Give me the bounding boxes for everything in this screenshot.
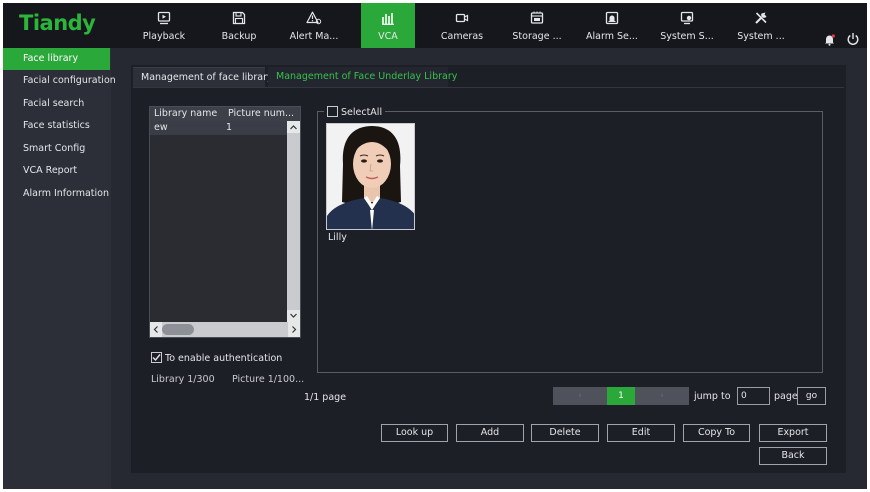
pagination: ‹ 1 › (553, 387, 689, 405)
power-icon[interactable] (846, 32, 860, 49)
vca-icon (361, 11, 415, 25)
scroll-left-icon[interactable] (150, 322, 162, 337)
back-button[interactable]: Back (759, 447, 827, 465)
notification-bell-icon[interactable] (823, 33, 836, 49)
checkbox-unchecked-icon[interactable] (327, 106, 338, 117)
nav-tab-label: System ... (737, 31, 785, 42)
picture-count-cell: 1 (226, 122, 233, 133)
system-status-icon (659, 11, 715, 25)
backup-icon (211, 11, 267, 25)
library-table: Library name Picture num... ew 1 (149, 106, 301, 338)
sidebar-item-face-statistics[interactable]: Face statistics (3, 115, 111, 137)
library-count: Library 1/300 (151, 374, 215, 385)
sidebar-item-alarm-information[interactable]: Alarm Information (3, 183, 111, 205)
nav-tab-label: Alarm Se... (586, 31, 638, 42)
storage-icon (509, 11, 565, 25)
column-header-library-name[interactable]: Library name (154, 108, 217, 119)
nav-tab-storage[interactable]: Storage ... (509, 3, 565, 48)
jump-to-label: jump to (694, 391, 731, 402)
nav-tab-system-tools[interactable]: System ... (733, 3, 789, 48)
camera-icon (434, 11, 490, 25)
alarm-icon (584, 11, 640, 25)
enable-authentication-checkbox[interactable]: To enable authentication (151, 352, 282, 364)
tab-management-face-library[interactable]: Management of face library (133, 67, 273, 87)
sidebar-item-vca-report[interactable]: VCA Report (3, 160, 111, 182)
tab-management-face-underlay-library[interactable]: Management of Face Underlay Library (268, 67, 457, 87)
nav-tab-label: Backup (221, 31, 257, 42)
look-up-button[interactable]: Look up (381, 424, 448, 442)
sidebar-item-facial-configuration[interactable]: Facial configuration (3, 70, 116, 92)
edit-button[interactable]: Edit (607, 424, 675, 442)
sidebar-item-smart-config[interactable]: Smart Config (3, 138, 111, 160)
table-row[interactable]: ew 1 (150, 121, 287, 135)
app-window: Tiandy Playback Backup Alert Ma... VCA C… (3, 3, 867, 489)
previous-page-button[interactable]: ‹ (553, 387, 607, 405)
library-name-cell: ew (154, 122, 168, 133)
delete-button[interactable]: Delete (531, 424, 599, 442)
scroll-up-icon[interactable] (287, 121, 300, 133)
sidebar: Face library Facial configuration Facial… (3, 48, 116, 489)
nav-tab-vca[interactable]: VCA (361, 3, 415, 48)
nav-tab-alarm-settings[interactable]: Alarm Se... (584, 3, 640, 48)
nav-tab-backup[interactable]: Backup (211, 3, 267, 48)
nav-tab-cameras[interactable]: Cameras (434, 3, 490, 48)
tab-divider (133, 87, 844, 88)
vertical-scrollbar[interactable] (287, 121, 300, 322)
export-button[interactable]: Export (759, 424, 827, 442)
nav-tab-label: System S... (660, 31, 714, 42)
nav-tab-alert-management[interactable]: Alert Ma... (286, 3, 342, 48)
alert-icon (286, 11, 342, 25)
select-all-checkbox[interactable]: SelectAll (324, 106, 386, 118)
horizontal-scrollbar[interactable] (150, 322, 300, 337)
top-nav-bar: Tiandy Playback Backup Alert Ma... VCA C… (3, 3, 867, 48)
picture-count: Picture 1/100... (232, 374, 305, 385)
page-info: 1/1 page (304, 392, 347, 403)
scroll-thumb[interactable] (162, 324, 194, 335)
face-photo[interactable] (326, 123, 415, 230)
select-all-label: SelectAll (341, 107, 383, 118)
scroll-down-icon[interactable] (287, 310, 300, 322)
nav-tab-label: Alert Ma... (289, 31, 339, 42)
go-button[interactable]: go (797, 387, 826, 405)
main-content: Management of face library Management of… (131, 65, 846, 473)
enable-authentication-label: To enable authentication (165, 353, 283, 364)
nav-tab-system-status[interactable]: System S... (659, 3, 715, 48)
page-label: page (774, 391, 798, 402)
jump-to-page-input[interactable] (737, 387, 770, 405)
sidebar-item-face-library[interactable]: Face library (3, 48, 110, 70)
tools-icon (733, 11, 789, 25)
sidebar-item-facial-search[interactable]: Facial search (3, 93, 111, 115)
current-page-button[interactable]: 1 (607, 387, 635, 405)
column-header-picture-number[interactable]: Picture num... (228, 108, 294, 119)
nav-tab-playback[interactable]: Playback (136, 3, 192, 48)
nav-tab-label: Cameras (440, 31, 484, 42)
add-button[interactable]: Add (456, 424, 524, 442)
next-page-button[interactable]: › (635, 387, 689, 405)
checkbox-checked-icon[interactable] (151, 352, 162, 363)
face-portrait-image (327, 124, 414, 229)
library-table-header: Library name Picture num... (150, 107, 300, 121)
copy-to-button[interactable]: Copy To (683, 424, 750, 442)
nav-tab-label: Storage ... (512, 31, 562, 42)
face-photo-name: Lilly (328, 232, 347, 243)
nav-tab-label: Playback (142, 31, 186, 42)
tiandy-logo: Tiandy (19, 11, 96, 35)
playback-icon (136, 11, 192, 25)
nav-tab-label: VCA (378, 31, 398, 42)
scroll-right-icon[interactable] (288, 322, 300, 337)
